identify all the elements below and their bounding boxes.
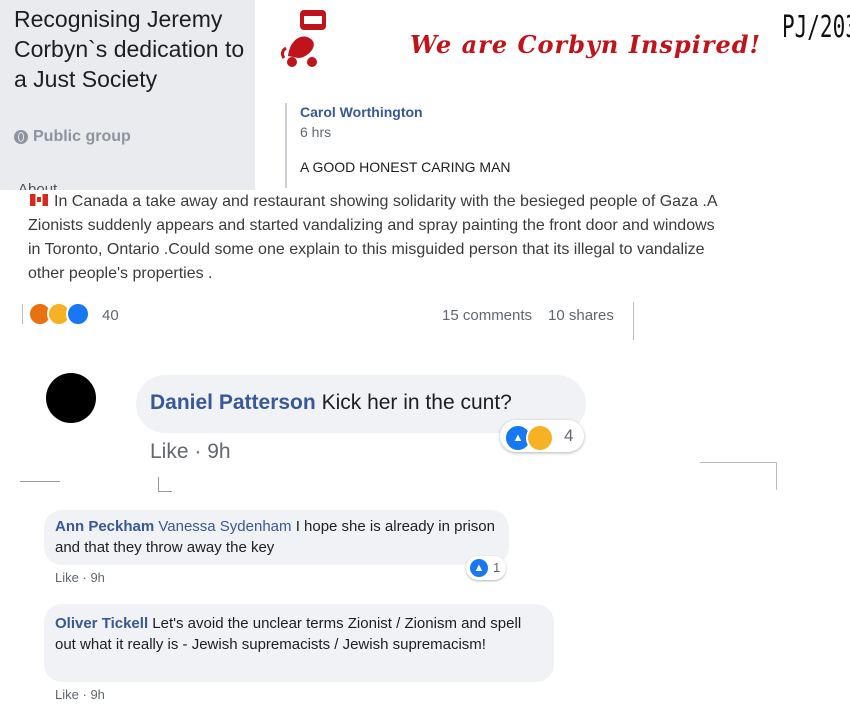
comment-author[interactable]: Ann Peckham [55,518,154,535]
avatar[interactable] [46,373,96,423]
haha-reaction-icon [526,424,554,452]
group-title[interactable]: Recognising Jeremy Corbyn`s dedication t… [14,4,249,94]
like-button[interactable]: Like [55,687,79,702]
comment-reaction-count: 1 [493,560,501,575]
divider [158,491,172,492]
comment-timestamp[interactable]: 9h [90,570,104,585]
like-button[interactable]: Like [150,440,189,463]
separator-dot: · [194,440,208,463]
quote-bar [285,103,287,188]
shared-post-timestamp[interactable]: 6 hrs [300,124,331,140]
comments-count-link[interactable]: 15 comments [442,307,532,324]
globe-icon [14,130,28,144]
divider [633,302,634,340]
comment-actions: Like · 9h [150,440,231,464]
comment-text: Ann Peckham Vanessa Sydenham I hope she … [55,516,500,558]
comment-body: Kick her in the cunt? [321,391,512,414]
divider [20,481,60,482]
comment-text: Daniel Patterson Kick her in the cunt? [150,391,512,415]
post-text-container: In Canada a take away and restaurant sho… [28,190,728,286]
comment-author[interactable]: Oliver Tickell [55,615,148,632]
shared-post-card: Carol Worthington 6 hrs A GOOD HONEST CA… [270,88,850,193]
comment-reactions[interactable]: ▲ 4 [500,420,584,452]
like-button[interactable]: Like [55,570,79,585]
group-cover-banner: We are Corbyn Inspired! PJ/203 [270,0,850,89]
shared-post-text: A GOOD HONEST CARING MAN [300,159,511,175]
comment-author[interactable]: Daniel Patterson [150,391,316,414]
group-privacy: Public group [14,128,131,146]
divider [22,304,23,324]
reaction-icons[interactable] [28,302,90,326]
divider [700,462,776,463]
comment-timestamp[interactable]: 9h [90,687,104,702]
canada-flag-icon [30,194,48,206]
shared-post-author[interactable]: Carol Worthington [300,104,423,120]
like-reaction-icon [66,302,90,326]
divider [158,477,159,491]
reaction-count[interactable]: 40 [102,307,119,324]
post-text: In Canada a take away and restaurant sho… [28,193,717,282]
comment-actions: Like · 9h [55,570,105,585]
comment-actions: Like · 9h [55,687,105,702]
comment-mention[interactable]: Vanessa Sydenham [158,518,291,535]
shares-count-link[interactable]: 10 shares [548,307,614,324]
comment-timestamp[interactable]: 9h [207,440,230,463]
group-privacy-label: Public group [33,128,131,145]
comment-reactions[interactable]: ▲ 1 [466,556,506,580]
comment-reaction-count: 4 [564,426,574,445]
banner-slogan: We are Corbyn Inspired! [410,30,762,59]
divider [776,462,777,490]
like-reaction-icon: ▲ [470,559,488,577]
comment-text: Oliver Tickell Let's avoid the unclear t… [55,613,545,655]
jam-jar-logo-icon [280,10,326,67]
post-reactions-bar: 40 15 comments 10 shares [22,296,634,340]
sidebar-item-about[interactable]: About [18,178,57,190]
banner-code: PJ/203 [782,10,850,45]
